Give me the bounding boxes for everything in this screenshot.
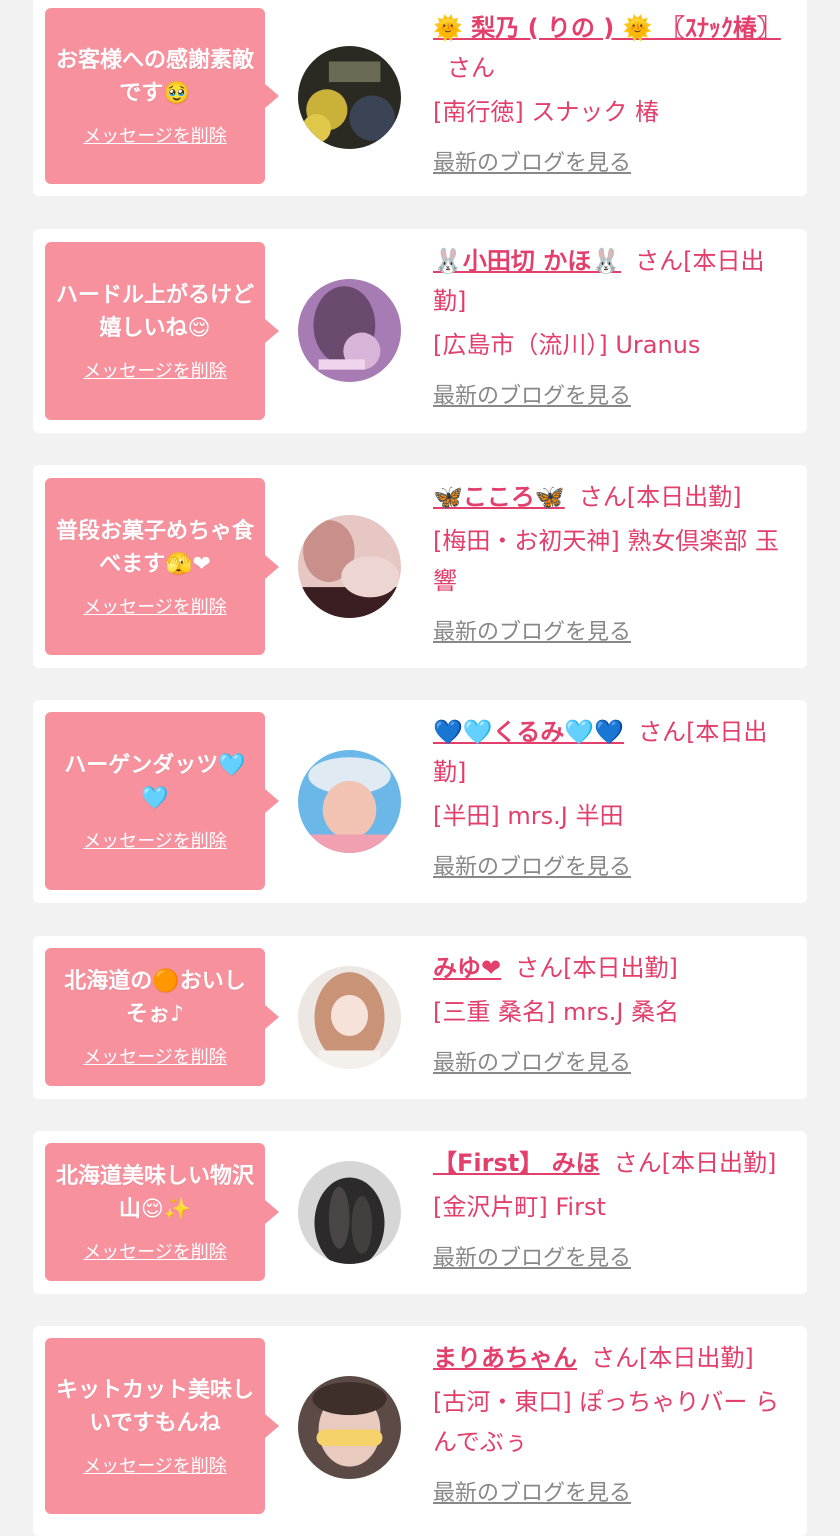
message-bubble: お客様への感謝素敵です🥹 メッセージを削除 xyxy=(45,8,279,184)
view-blog-link[interactable]: 最新のブログを見る xyxy=(433,613,797,653)
avatar[interactable] xyxy=(298,966,401,1069)
message-bubble: 北海道の🟠おいしそぉ♪ メッセージを削除 xyxy=(45,948,279,1086)
profile-info: まりあちゃん さん[本日出勤] [古河・東口] ぽっちゃりバー らんでぶぅ 最新の… xyxy=(433,1338,797,1514)
avatar[interactable] xyxy=(298,279,401,382)
honorific: さん xyxy=(635,247,684,275)
message-text: ハーゲンダッツ🩵🩵 xyxy=(64,753,246,811)
shop-name: [南行徳] スナック 椿 xyxy=(433,98,659,126)
avatar[interactable] xyxy=(298,46,401,149)
message-bubble: 北海道美味しい物沢山😌✨ メッセージを削除 xyxy=(45,1143,279,1281)
message-list: お客様への感謝素敵です🥹 メッセージを削除 🌞 梨乃 ( りの ) 🌞 〖ｽﾅｯ… xyxy=(0,0,840,1536)
profile-name-link[interactable]: まりあちゃん xyxy=(433,1344,577,1372)
avatar-photo xyxy=(298,279,401,382)
avatar[interactable] xyxy=(298,1161,401,1264)
honorific: さん xyxy=(638,718,687,746)
honorific: さん xyxy=(578,483,627,511)
message-bubble: キットカット美味しいですもんね メッセージを削除 xyxy=(45,1338,279,1514)
message-text: お客様への感謝素敵です🥹 xyxy=(55,48,254,106)
message-bubble: ハーゲンダッツ🩵🩵 メッセージを削除 xyxy=(45,712,279,890)
shop-name: [梅田・お初天神] 熟女倶楽部 玉響 xyxy=(433,527,779,595)
profile-info: 🌞 梨乃 ( りの ) 🌞 〖ｽﾅｯｸ椿〗さん [南行徳] スナック 椿 最新の… xyxy=(433,8,797,184)
profile-info: 💙🩵くるみ🩵💙 さん[本日出勤] [半田] mrs.J 半田 最新のブログを見る xyxy=(433,712,797,888)
message-card: キットカット美味しいですもんね メッセージを削除 まりあちゃん さん[本日出勤] … xyxy=(33,1326,807,1536)
delete-message-link[interactable]: メッセージを削除 xyxy=(83,827,227,853)
shop-name: [広島市（流川）] Uranus xyxy=(433,331,701,359)
profile-info: 【First】 みほ さん[本日出勤] [金沢片町] First 最新のブログを見… xyxy=(433,1143,797,1279)
view-blog-link[interactable]: 最新のブログを見る xyxy=(433,848,797,888)
honorific: さん xyxy=(591,1344,639,1372)
profile-name-link[interactable]: 🦋こころ🦋 xyxy=(433,483,565,511)
message-text: 普段お菓子めちゃ食べます🫣❤ xyxy=(55,518,254,577)
message-card: お客様への感謝素敵です🥹 メッセージを削除 🌞 梨乃 ( りの ) 🌞 〖ｽﾅｯ… xyxy=(33,0,807,196)
shop-name: [古河・東口] ぽっちゃりバー らんでぶぅ xyxy=(433,1388,779,1456)
profile-info: みゆ❤ さん[本日出勤] [三重 桑名] mrs.J 桑名 最新のブログを見る xyxy=(433,948,797,1084)
avatar-photo xyxy=(298,750,401,853)
shop-name: [半田] mrs.J 半田 xyxy=(433,802,624,830)
avatar-photo xyxy=(298,1161,401,1264)
honorific: さん xyxy=(515,954,564,982)
status-suffix: [本日出勤] xyxy=(626,483,742,511)
delete-message-link[interactable]: メッセージを削除 xyxy=(83,1043,227,1069)
shop-name: [三重 桑名] mrs.J 桑名 xyxy=(433,998,680,1026)
profile-info: 🐰小田切 かほ🐰 さん[本日出勤] [広島市（流川）] Uranus 最新のブログ… xyxy=(433,241,797,417)
message-text: 北海道の🟠おいしそぉ♪ xyxy=(64,969,246,1027)
view-blog-link[interactable]: 最新のブログを見る xyxy=(433,377,797,417)
message-card: 普段お菓子めちゃ食べます🫣❤ メッセージを削除 🦋こころ🦋 さん[本日出勤] [梅… xyxy=(33,465,807,668)
honorific: さん xyxy=(613,1149,662,1177)
avatar-photo xyxy=(298,1376,401,1479)
message-text: 北海道美味しい物沢山😌✨ xyxy=(55,1164,254,1222)
message-bubble: 普段お菓子めちゃ食べます🫣❤ メッセージを削除 xyxy=(45,478,279,655)
avatar[interactable] xyxy=(298,1376,401,1479)
avatar-photo xyxy=(298,46,401,149)
delete-message-link[interactable]: メッセージを削除 xyxy=(83,122,227,148)
delete-message-link[interactable]: メッセージを削除 xyxy=(83,357,227,383)
status-suffix: [本日出勤] xyxy=(563,954,678,982)
view-blog-link[interactable]: 最新のブログを見る xyxy=(433,1044,797,1084)
view-blog-link[interactable]: 最新のブログを見る xyxy=(433,144,797,184)
profile-name-link[interactable]: みゆ❤ xyxy=(433,954,501,982)
profile-name-link[interactable]: 🌞 梨乃 ( りの ) 🌞 〖ｽﾅｯｸ椿〗 xyxy=(433,14,781,42)
message-text: ハードル上がるけど嬉しいね😌 xyxy=(55,283,254,341)
view-blog-link[interactable]: 最新のブログを見る xyxy=(433,1239,797,1279)
status-suffix: [本日出勤] xyxy=(639,1344,754,1372)
message-card: ハーゲンダッツ🩵🩵 メッセージを削除 💙🩵くるみ🩵💙 さん[本日出勤] [半田] … xyxy=(33,700,807,903)
avatar[interactable] xyxy=(298,750,401,853)
message-bubble: ハードル上がるけど嬉しいね😌 メッセージを削除 xyxy=(45,242,279,420)
message-card: 北海道の🟠おいしそぉ♪ メッセージを削除 みゆ❤ さん[本日出勤] [三重 桑名]… xyxy=(33,936,807,1099)
view-blog-link[interactable]: 最新のブログを見る xyxy=(433,1474,797,1514)
profile-info: 🦋こころ🦋 さん[本日出勤] [梅田・お初天神] 熟女倶楽部 玉響 最新のブログを… xyxy=(433,477,797,653)
avatar-photo xyxy=(298,966,401,1069)
shop-name: [金沢片町] First xyxy=(433,1193,606,1221)
message-card: 北海道美味しい物沢山😌✨ メッセージを削除 【First】 みほ さん[本日出勤]… xyxy=(33,1131,807,1294)
delete-message-link[interactable]: メッセージを削除 xyxy=(83,1452,227,1478)
message-text: キットカット美味しいですもんね xyxy=(55,1378,254,1436)
profile-name-link[interactable]: 💙🩵くるみ🩵💙 xyxy=(433,718,624,746)
profile-name-link[interactable]: 🐰小田切 かほ🐰 xyxy=(433,247,621,275)
honorific: さん xyxy=(447,54,495,82)
profile-name-link[interactable]: 【First】 みほ xyxy=(433,1149,600,1177)
status-suffix: [本日出勤] xyxy=(661,1149,777,1177)
message-card: ハードル上がるけど嬉しいね😌 メッセージを削除 🐰小田切 かほ🐰 さん[本日出勤]… xyxy=(33,229,807,433)
avatar-photo xyxy=(298,515,401,618)
avatar[interactable] xyxy=(298,515,401,618)
delete-message-link[interactable]: メッセージを削除 xyxy=(83,593,227,619)
delete-message-link[interactable]: メッセージを削除 xyxy=(83,1238,227,1264)
